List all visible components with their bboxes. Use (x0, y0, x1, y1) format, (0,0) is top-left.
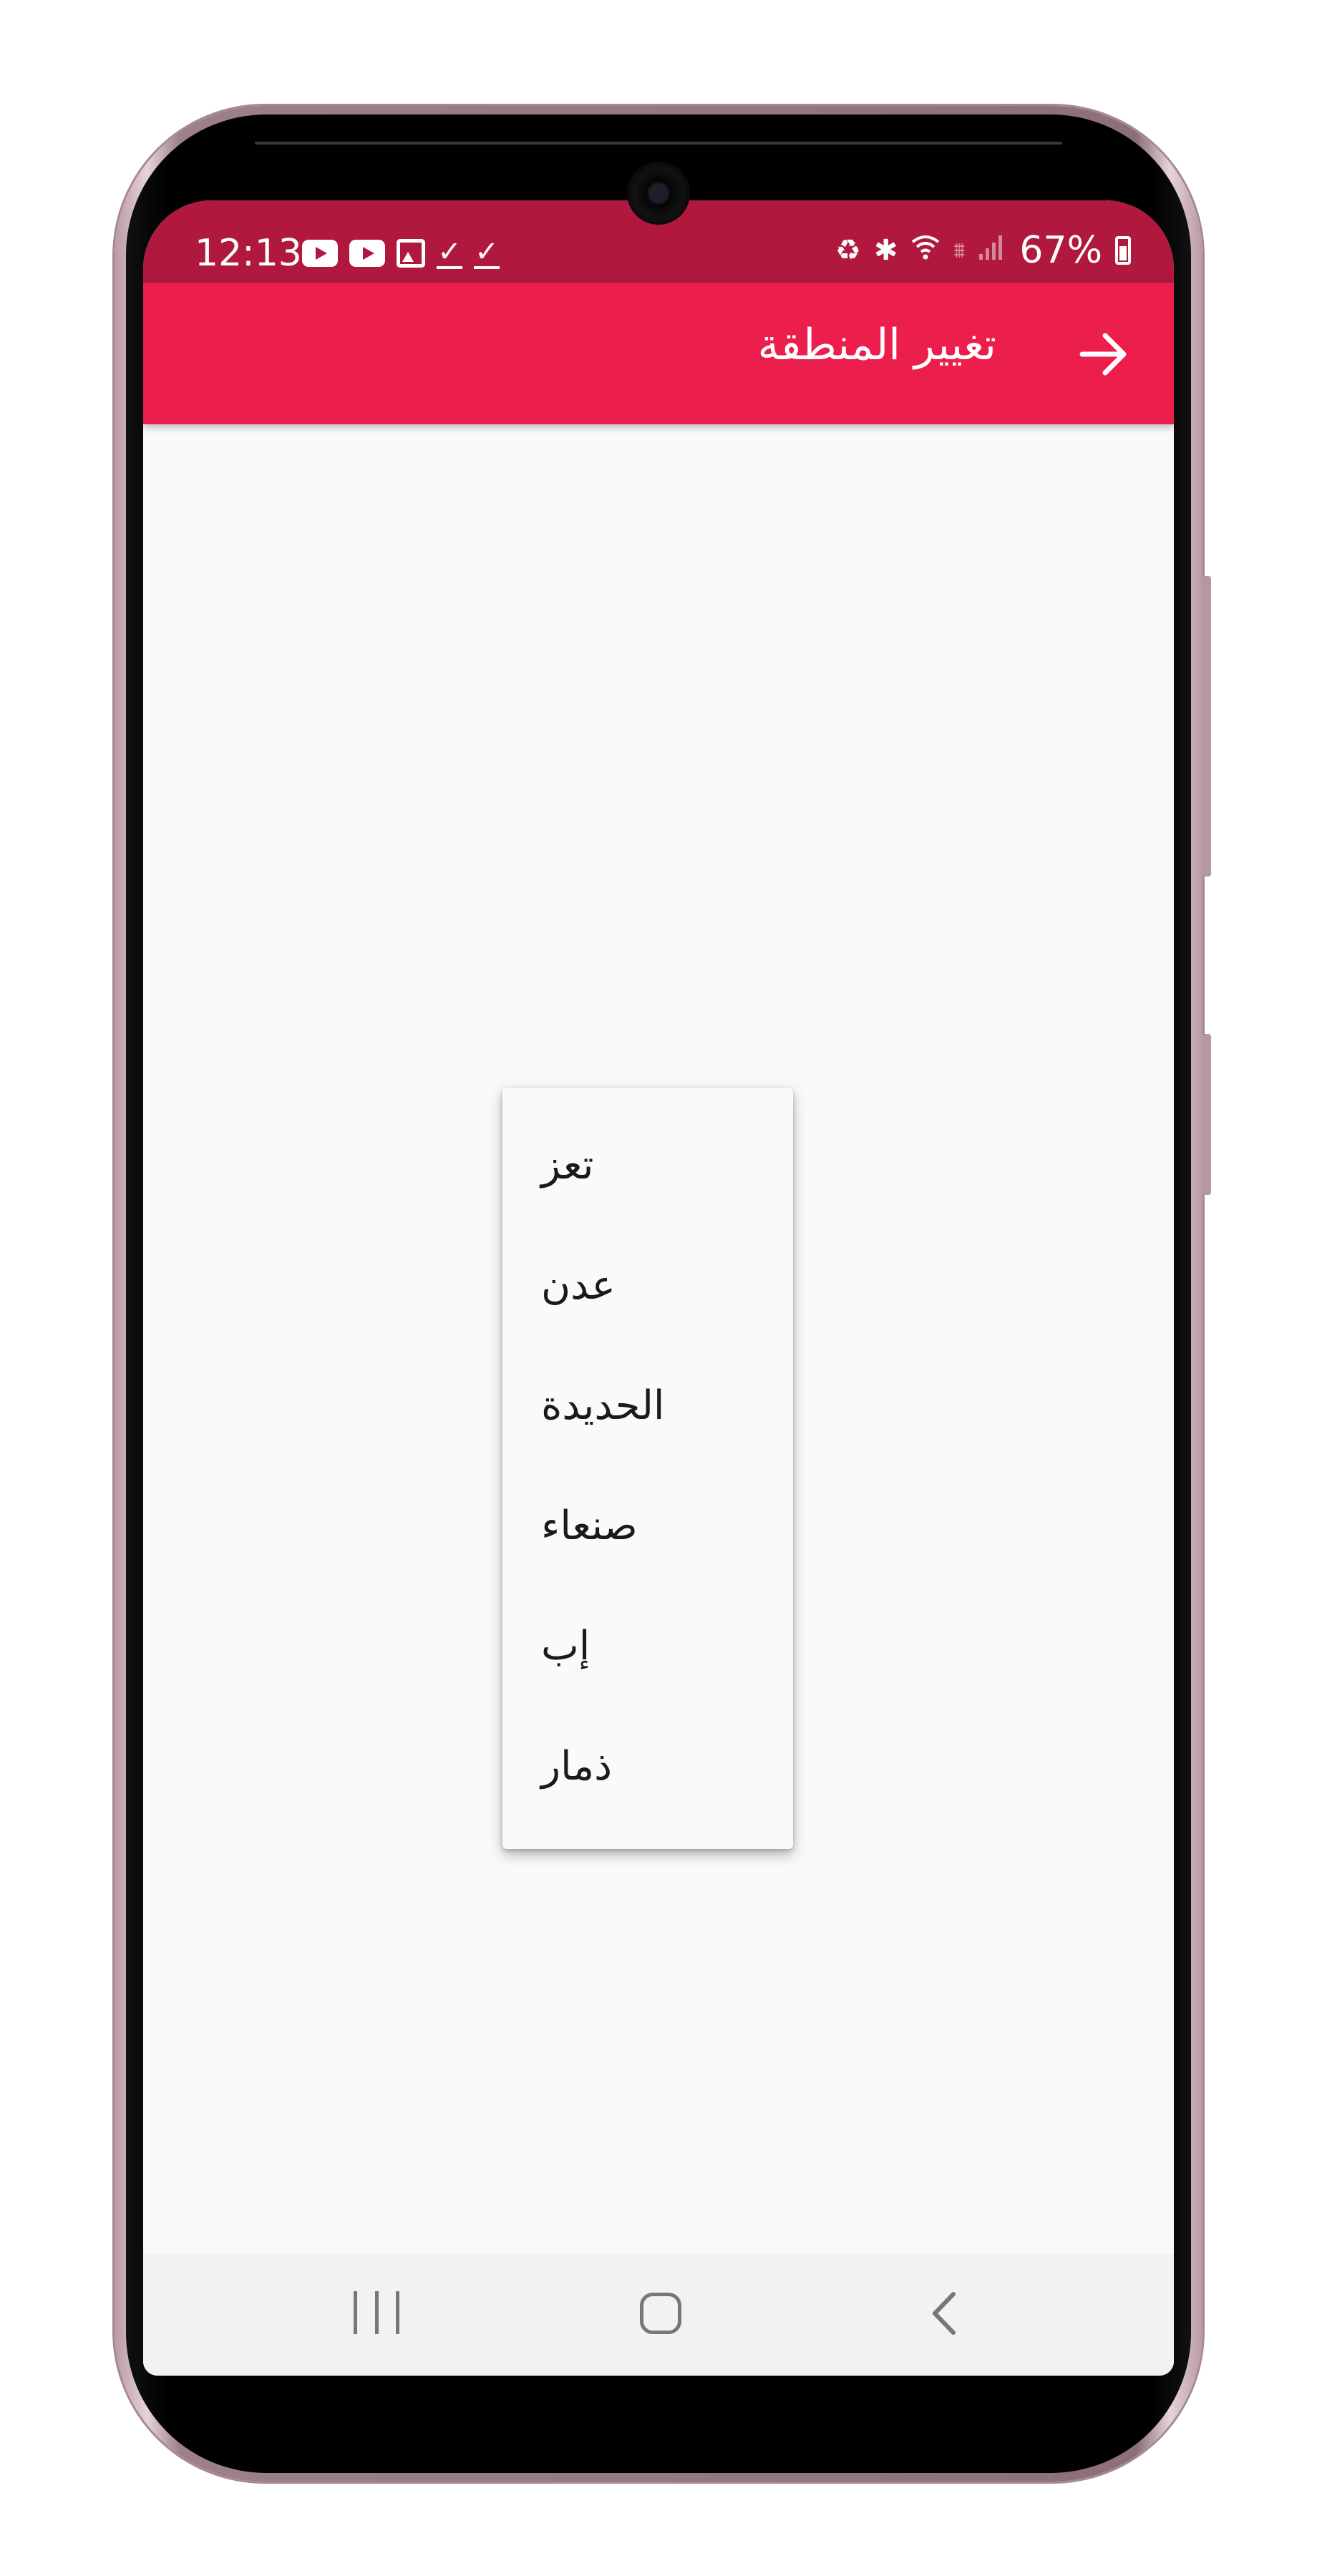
lte-icon: ⩩ (953, 238, 966, 263)
back-icon[interactable] (923, 2290, 966, 2337)
battery-percent: 67% (1019, 229, 1102, 272)
navigation-bar (143, 2254, 1174, 2376)
signal-icon (978, 233, 1006, 268)
arrow-right-icon[interactable] (1077, 327, 1131, 381)
region-dropdown-menu: تعز عدن الحديدة صنعاء إب ذمار (502, 1088, 793, 1849)
home-icon[interactable] (640, 2293, 681, 2334)
power-button (1202, 1034, 1211, 1195)
status-time: 12:13 (195, 232, 302, 275)
check-icon: ✓ (437, 235, 462, 269)
menu-item-hodeidah[interactable]: الحديدة (502, 1345, 793, 1465)
earpiece (255, 142, 1062, 145)
battery-icon (1115, 236, 1131, 265)
recents-icon[interactable] (354, 2291, 399, 2334)
youtube-icon (349, 240, 385, 267)
wifi-icon (910, 232, 941, 269)
menu-item-ibb[interactable]: إب (502, 1586, 793, 1706)
check-icon: ✓ (474, 235, 500, 269)
menu-item-taiz[interactable]: تعز (502, 1105, 793, 1225)
menu-item-sanaa[interactable]: صنعاء (502, 1465, 793, 1586)
notification-icons: ✓ ✓ (302, 238, 500, 269)
bluetooth-icon: ✱ (873, 234, 898, 267)
front-camera (630, 165, 687, 222)
battery-saver-icon: ♻ (835, 234, 861, 267)
menu-item-dhamar[interactable]: ذمار (502, 1706, 793, 1826)
gallery-icon (397, 239, 425, 268)
screen: 12:13 ✓ ✓ ♻ ✱ ⩩ 67% تغيير المنطقة تعز عد… (143, 200, 1174, 2376)
menu-item-aden[interactable]: عدن (502, 1225, 793, 1345)
volume-button (1202, 576, 1211, 877)
youtube-icon (302, 240, 338, 267)
page-title: تغيير المنطقة (757, 320, 996, 370)
app-bar: تغيير المنطقة (143, 283, 1174, 424)
system-icons: ♻ ✱ ⩩ 67% (835, 229, 1131, 272)
